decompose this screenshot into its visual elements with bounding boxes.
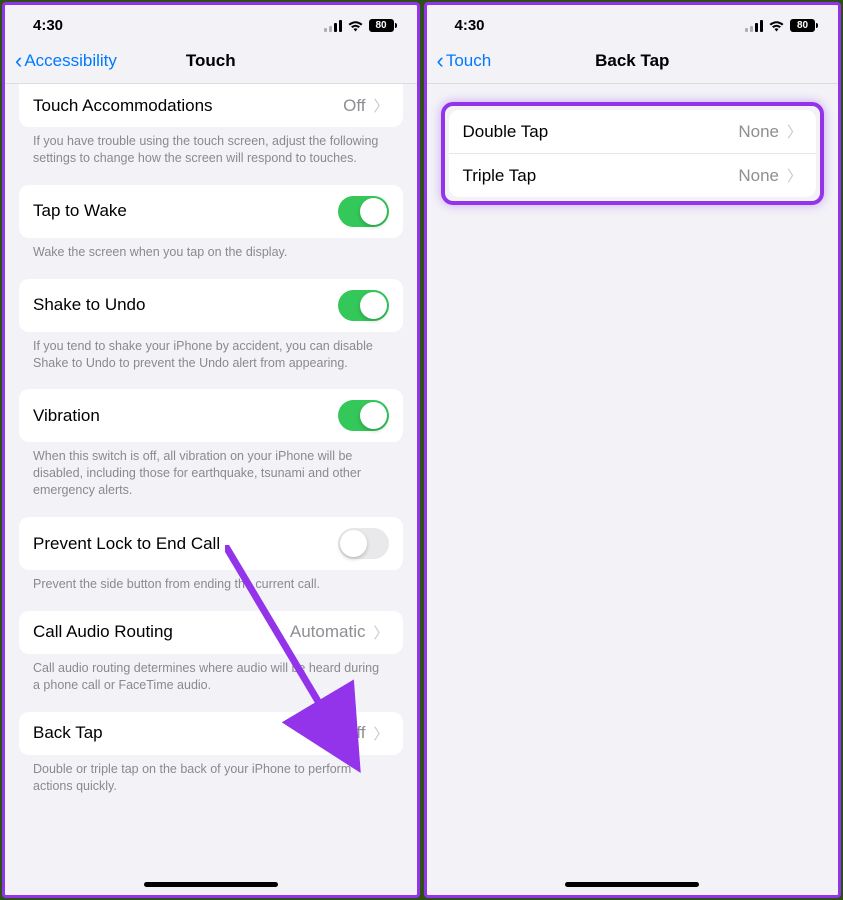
status-bar: 4:30 80 [5, 5, 417, 40]
back-label: Accessibility [24, 51, 117, 71]
home-indicator[interactable] [144, 882, 278, 887]
status-right: 80 [745, 19, 818, 32]
touch-accommodations-row[interactable]: Touch Accommodations Off 〉 [19, 84, 403, 127]
cell-value: Off [343, 723, 365, 743]
status-time: 4:30 [455, 17, 485, 34]
footer-text: Call audio routing determines where audi… [19, 654, 403, 694]
cell-label: Tap to Wake [33, 201, 127, 221]
tap-to-wake-toggle[interactable] [338, 196, 389, 227]
content-area[interactable]: Double Tap None 〉 Triple Tap None 〉 [427, 84, 839, 895]
cellular-signal-icon [745, 20, 763, 32]
page-title: Touch [186, 51, 236, 71]
cell-label: Double Tap [463, 122, 549, 142]
back-button-accessibility[interactable]: ‹ Accessibility [15, 50, 117, 72]
page-title: Back Tap [595, 51, 669, 71]
phone-right-back-tap-settings: 4:30 80 ‹ Touch Back Tap Double Tap [424, 2, 842, 898]
prevent-lock-toggle[interactable] [338, 528, 389, 559]
battery-icon: 80 [369, 19, 397, 32]
footer-text: Prevent the side button from ending the … [19, 570, 403, 593]
nav-bar: ‹ Touch Back Tap [427, 40, 839, 84]
chevron-right-icon: 〉 [373, 95, 388, 116]
cell-label: Back Tap [33, 723, 103, 743]
footer-text: If you have trouble using the touch scre… [19, 127, 403, 167]
phone-left-touch-settings: 4:30 80 ‹ Accessibility Touch Touch Acco… [2, 2, 420, 898]
cellular-signal-icon [324, 20, 342, 32]
status-right: 80 [324, 19, 397, 32]
content-area[interactable]: Touch Accommodations Off 〉 If you have t… [5, 84, 417, 895]
double-tap-row[interactable]: Double Tap None 〉 [449, 110, 817, 153]
vibration-row[interactable]: Vibration [19, 389, 403, 442]
back-button-touch[interactable]: ‹ Touch [437, 50, 492, 72]
cell-label: Vibration [33, 406, 100, 426]
chevron-right-icon: 〉 [787, 121, 802, 142]
cell-label: Triple Tap [463, 166, 537, 186]
chevron-left-icon: ‹ [15, 50, 22, 72]
cell-label: Touch Accommodations [33, 96, 213, 116]
cell-label: Call Audio Routing [33, 622, 173, 642]
call-audio-routing-row[interactable]: Call Audio Routing Automatic 〉 [19, 611, 403, 654]
cell-label: Shake to Undo [33, 295, 145, 315]
tap-to-wake-row[interactable]: Tap to Wake [19, 185, 403, 238]
cell-value: Automatic [290, 622, 366, 642]
footer-text: Wake the screen when you tap on the disp… [19, 238, 403, 261]
chevron-right-icon: 〉 [787, 165, 802, 186]
status-time: 4:30 [33, 17, 63, 34]
back-tap-row[interactable]: Back Tap Off 〉 [19, 712, 403, 755]
home-indicator[interactable] [565, 882, 699, 887]
chevron-right-icon: 〉 [373, 723, 388, 744]
chevron-right-icon: 〉 [373, 622, 388, 643]
footer-text: Double or triple tap on the back of your… [19, 755, 403, 795]
status-bar: 4:30 80 [427, 5, 839, 40]
nav-bar: ‹ Accessibility Touch [5, 40, 417, 84]
shake-to-undo-toggle[interactable] [338, 290, 389, 321]
shake-to-undo-row[interactable]: Shake to Undo [19, 279, 403, 332]
footer-text: If you tend to shake your iPhone by acci… [19, 332, 403, 372]
cell-value: None [738, 122, 779, 142]
back-label: Touch [446, 51, 491, 71]
wifi-icon [768, 20, 785, 32]
footer-text: When this switch is off, all vibration o… [19, 442, 403, 499]
cell-value: None [738, 166, 779, 186]
annotation-highlight-box: Double Tap None 〉 Triple Tap None 〉 [441, 102, 825, 205]
prevent-lock-row[interactable]: Prevent Lock to End Call [19, 517, 403, 570]
battery-icon: 80 [790, 19, 818, 32]
wifi-icon [347, 20, 364, 32]
triple-tap-row[interactable]: Triple Tap None 〉 [449, 153, 817, 197]
cell-value: Off [343, 96, 365, 116]
chevron-left-icon: ‹ [437, 50, 444, 72]
vibration-toggle[interactable] [338, 400, 389, 431]
cell-label: Prevent Lock to End Call [33, 534, 220, 554]
